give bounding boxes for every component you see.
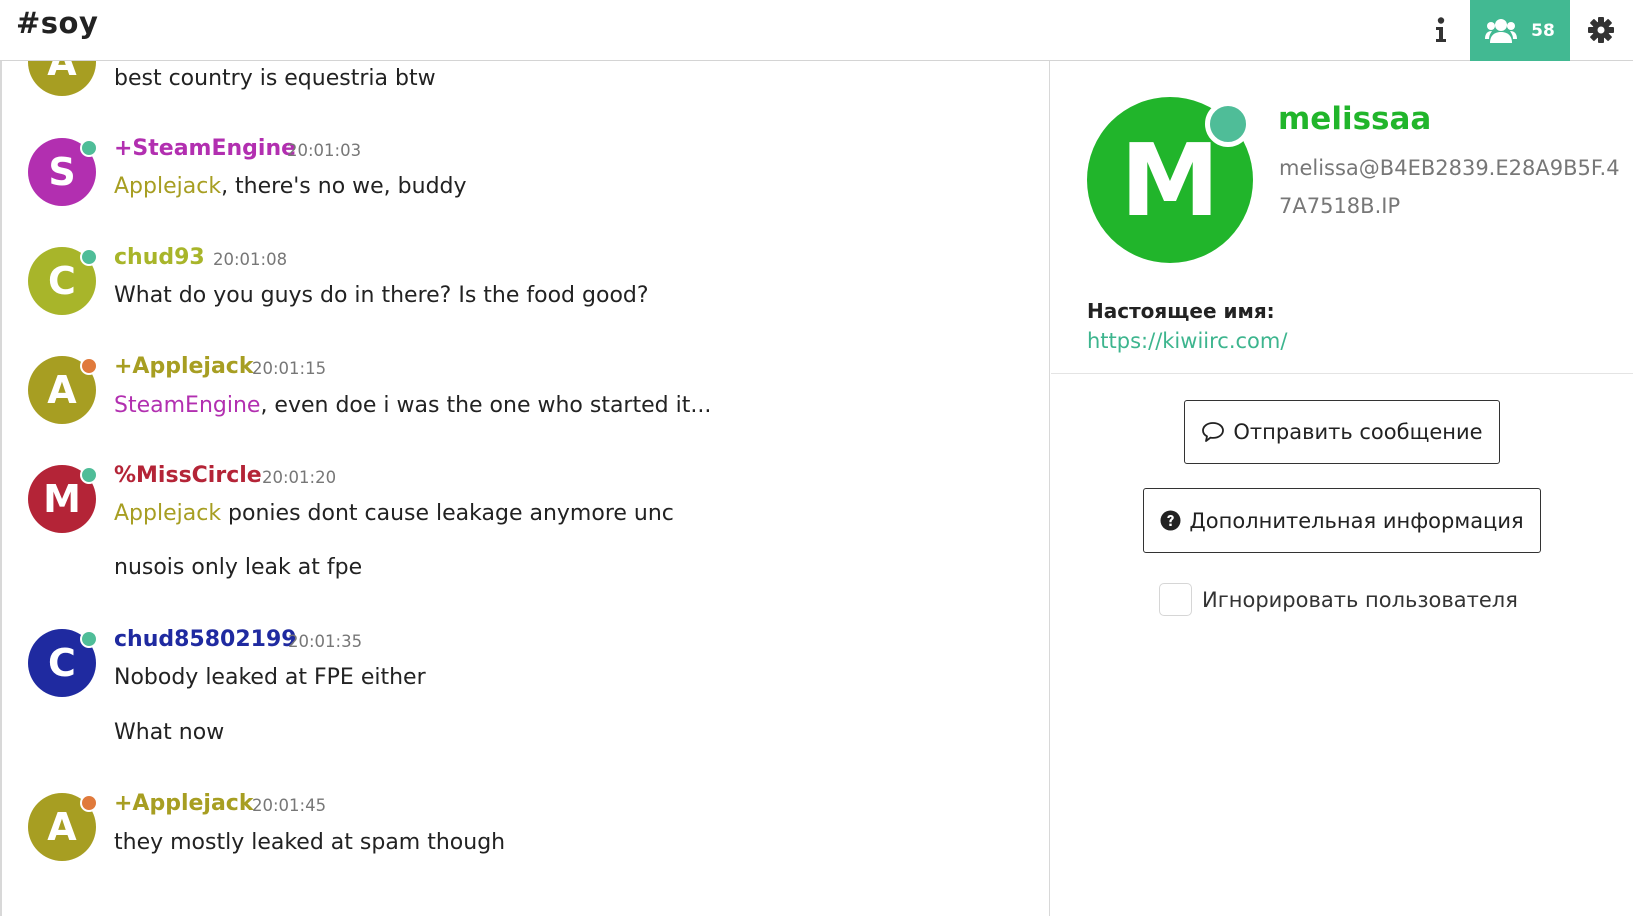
message-text: What now [114, 720, 225, 745]
comment-icon [1202, 422, 1225, 442]
user-avatar[interactable]: M [28, 465, 98, 533]
message-time: 20:01:08 [213, 250, 288, 269]
message-body: ponies dont cause leakage anymore unc [221, 501, 674, 526]
gear-icon [1588, 17, 1614, 43]
online-status-dot [80, 248, 98, 266]
avatar-letter: A [47, 368, 77, 412]
message-time: 20:01:35 [288, 632, 363, 651]
online-status-dot [80, 466, 98, 484]
send-message-label: Отправить сообщение [1233, 420, 1483, 444]
message-time: 20:01:20 [262, 468, 337, 487]
channel-info-button[interactable] [1418, 0, 1464, 60]
user-avatar[interactable]: S [28, 138, 98, 206]
message-text: Applejack ponies dont cause leakage anym… [114, 501, 674, 526]
message-text: What do you guys do in there? Is the foo… [114, 283, 649, 308]
message-list[interactable]: A best country is equestria btw S +Steam… [0, 61, 1050, 916]
send-message-button[interactable]: Отправить сообщение [1184, 400, 1500, 464]
users-icon [1485, 18, 1518, 43]
realname-link[interactable]: https://kiwiirc.com/ [1087, 329, 1287, 353]
question-circle-icon [1160, 510, 1181, 531]
user-avatar[interactable]: A [28, 793, 98, 861]
message-body: , there's no we, buddy [221, 174, 467, 199]
online-status-dot [1205, 101, 1251, 147]
profile-avatar-letter: M [1120, 121, 1220, 239]
online-status-dot [80, 139, 98, 157]
avatar-letter: C [48, 641, 76, 685]
ignore-user-checkbox[interactable] [1159, 583, 1192, 616]
message-nick[interactable]: +SteamEngine [114, 136, 296, 161]
message-text: nusois only leak at fpe [114, 555, 363, 580]
nick-mention[interactable]: Applejack [114, 501, 221, 526]
user-avatar[interactable]: C [28, 247, 98, 315]
avatar-letter: A [47, 805, 77, 849]
avatar-letter: C [48, 259, 76, 303]
avatar-letter: M [43, 477, 81, 521]
user-avatar[interactable]: A [28, 356, 98, 424]
nicklist-toggle-button[interactable]: 58 [1470, 0, 1570, 61]
message-text: they mostly leaked at spam though [114, 830, 506, 855]
more-info-button[interactable]: Дополнительная информация [1143, 488, 1541, 553]
message-text: Applejack, there's no we, buddy [114, 174, 467, 199]
avatar-letter: A [47, 61, 77, 84]
nick-mention[interactable]: SteamEngine [114, 393, 260, 418]
online-status-dot [80, 630, 98, 648]
user-profile-panel: M melissaa melissa@B4EB2839.E28A9B5F.47A… [1051, 61, 1633, 916]
message-text: SteamEngine, even doe i was the one who … [114, 393, 711, 418]
ignore-user-label[interactable]: Игнорировать пользователя [1202, 588, 1518, 612]
message-body: , even doe i was the one who started it.… [260, 393, 712, 418]
realname-label: Настоящее имя: [1087, 299, 1275, 323]
profile-hostmask: melissa@B4EB2839.E28A9B5F.47A7518B.IP [1279, 156, 1620, 218]
message-nick[interactable]: chud85802199 [114, 627, 297, 652]
profile-nick: melissaa [1278, 101, 1432, 137]
info-icon [1436, 17, 1446, 42]
divider [1051, 373, 1633, 374]
channel-title: #soy [16, 6, 99, 40]
message-time: 20:01:03 [287, 141, 362, 160]
message-nick[interactable]: %MissCircle [114, 463, 262, 488]
more-info-label: Дополнительная информация [1189, 508, 1524, 533]
channel-header: #soy 58 [0, 0, 1633, 61]
message-text: Nobody leaked at FPE either [114, 665, 426, 690]
channel-settings-button[interactable] [1576, 0, 1626, 60]
message-text: best country is equestria btw [114, 66, 436, 91]
user-count: 58 [1531, 20, 1555, 41]
message-nick[interactable]: chud93 [114, 245, 205, 270]
ignore-user-row: Игнорировать пользователя [1159, 583, 1518, 616]
message-time: 20:01:15 [252, 359, 327, 378]
user-avatar[interactable]: C [28, 629, 98, 697]
away-status-dot [80, 794, 98, 812]
nick-mention[interactable]: Applejack [114, 174, 221, 199]
message-nick[interactable]: +Applejack [114, 354, 253, 379]
user-avatar[interactable]: A [28, 61, 96, 96]
away-status-dot [80, 357, 98, 375]
avatar-letter: S [48, 150, 76, 194]
message-time: 20:01:45 [252, 796, 327, 815]
message-nick[interactable]: +Applejack [114, 791, 253, 816]
